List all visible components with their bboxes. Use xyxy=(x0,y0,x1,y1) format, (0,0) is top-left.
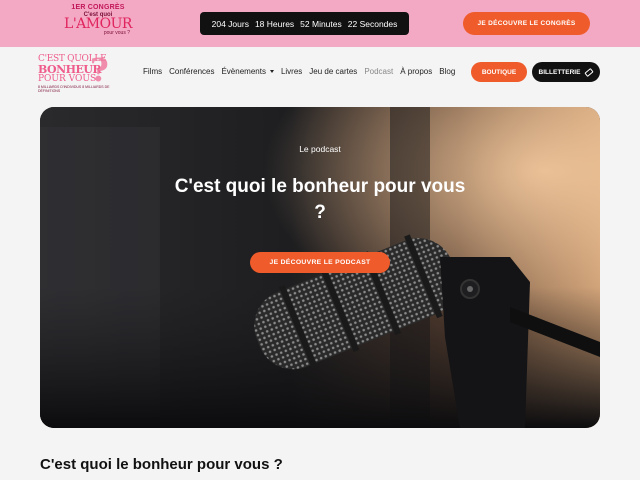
hero-banner: Le podcast C'est quoi le bonheur pour vo… xyxy=(40,107,600,428)
hero-title: C'est quoi le bonheur pour vous ? xyxy=(174,176,466,223)
logo-question-mark: ? xyxy=(90,51,109,89)
ticket-icon xyxy=(584,67,595,77)
promo-bar: 1ER CONGRÈS C'est quoi L'AMOUR pour vous… xyxy=(0,0,640,47)
countdown-seconds: 22 Secondes xyxy=(347,18,398,29)
nav-item-films[interactable]: Films xyxy=(143,67,162,76)
chevron-down-icon xyxy=(269,70,274,73)
countdown-hours: 18 Heures xyxy=(254,18,295,29)
nav-item-blog[interactable]: Blog xyxy=(439,67,455,76)
section-title: C'est quoi le bonheur pour vous ? xyxy=(40,456,283,473)
congres-label: 1ER CONGRÈS xyxy=(71,4,125,11)
boutique-button[interactable]: BOUTIQUE xyxy=(471,62,527,82)
hero-eyebrow: Le podcast xyxy=(299,144,341,154)
billetterie-label: BILLETTERIE xyxy=(538,68,581,76)
main-nav: Films Conférences Évènements Livres Jeu … xyxy=(143,67,462,76)
congres-logo[interactable]: 1ER CONGRÈS C'est quoi L'AMOUR pour vous… xyxy=(60,4,136,44)
congres-logo-line2: L'AMOUR xyxy=(64,16,132,32)
site-logo[interactable]: ? C'EST QUOI LE BONHEUR POUR VOUS 8 MILL… xyxy=(38,51,116,101)
countdown-timer: 204 Jours 18 Heures 52 Minutes 22 Second… xyxy=(200,12,409,35)
discover-podcast-button[interactable]: JE DÉCOUVRE LE PODCAST xyxy=(250,252,390,273)
nav-item-evenements[interactable]: Évènements xyxy=(221,67,274,76)
countdown-days: 204 Jours xyxy=(211,18,249,29)
nav-item-podcast[interactable]: Podcast xyxy=(364,67,393,76)
discover-congres-button[interactable]: JE DÉCOUVRE LE CONGRÈS xyxy=(463,12,590,35)
countdown-minutes: 52 Minutes xyxy=(300,18,342,29)
nav-item-jeu-de-cartes[interactable]: Jeu de cartes xyxy=(309,67,357,76)
nav-item-a-propos[interactable]: À propos xyxy=(400,67,432,76)
nav-item-evenements-label: Évènements xyxy=(221,67,266,76)
nav-item-conferences[interactable]: Conférences xyxy=(169,67,214,76)
nav-item-livres[interactable]: Livres xyxy=(281,67,302,76)
billetterie-button[interactable]: BILLETTERIE xyxy=(532,62,600,82)
site-header: ? C'EST QUOI LE BONHEUR POUR VOUS 8 MILL… xyxy=(0,47,640,107)
